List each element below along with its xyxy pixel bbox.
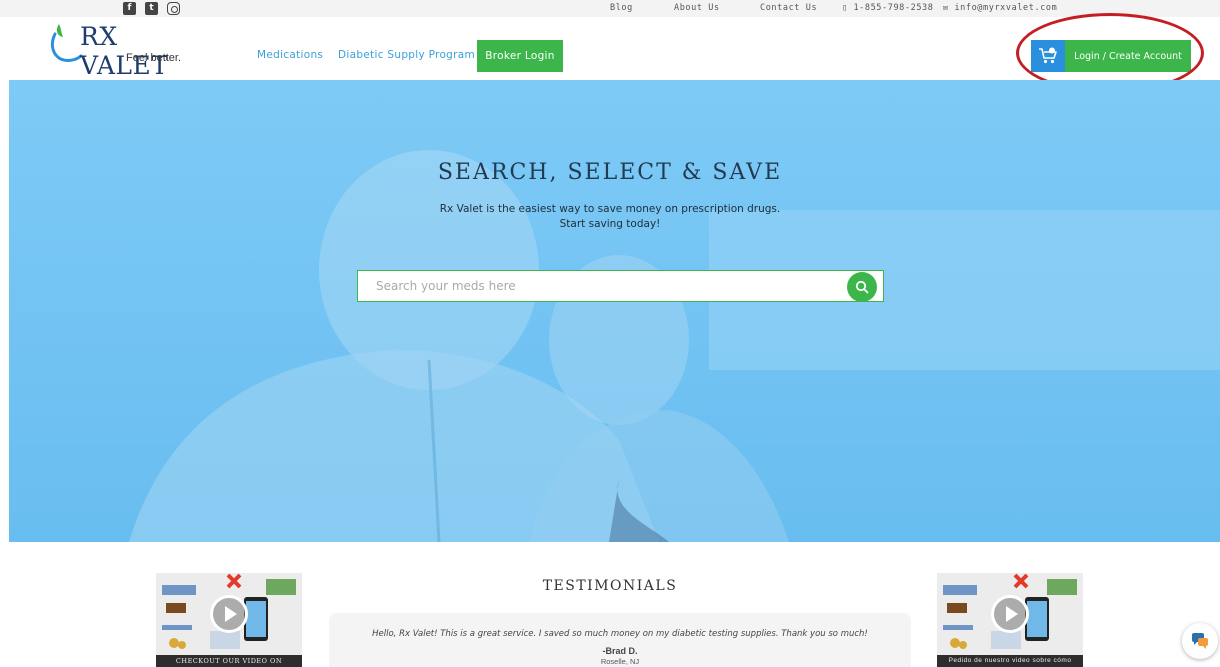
brand-tagline: Feel better. <box>126 52 182 64</box>
video-caption: Pedido de nuestro video sobre cómo <box>937 655 1083 667</box>
search-button[interactable] <box>847 272 877 302</box>
video-card-spanish[interactable]: Pedido de nuestro video sobre cómo <box>937 573 1083 667</box>
brand-name: RX VALET <box>80 22 169 80</box>
chat-button[interactable] <box>1182 623 1218 659</box>
video-caption: CHECKOUT OUR VIDEO ON <box>156 655 302 667</box>
login-create-account-button[interactable]: Login / Create Account <box>1031 40 1191 72</box>
login-label: Login / Create Account <box>1065 40 1191 72</box>
testimonial-location: Roselle, NJ <box>600 657 640 666</box>
hero-subtitle-line-2: Start saving today! <box>559 218 661 230</box>
play-icon <box>991 595 1029 633</box>
search-icon <box>855 280 869 294</box>
hero-subtitle: Rx Valet is the easiest way to save mone… <box>9 202 1220 232</box>
email-link[interactable]: ✉ info@myrxvalet.com <box>943 3 1057 13</box>
envelope-icon: ✉ <box>943 3 949 13</box>
phone-icon: ▯ <box>842 3 848 13</box>
about-link[interactable]: About Us <box>674 3 720 13</box>
nav-medications[interactable]: Medications <box>257 49 323 61</box>
broker-login-button[interactable]: Broker Login <box>477 40 563 72</box>
hero-background-image <box>9 80 1220 542</box>
phone-link[interactable]: ▯ 1-855-798-2538 <box>842 3 933 13</box>
hero-title: SEARCH, SELECT & SAVE <box>437 160 783 185</box>
contact-link[interactable]: Contact Us <box>760 3 817 13</box>
blog-link[interactable]: Blog <box>610 3 633 13</box>
search-bar <box>357 270 884 302</box>
testimonial-card: Hello, Rx Valet! This is a great service… <box>329 613 911 667</box>
testimonial-quote: Hello, Rx Valet! This is a great service… <box>372 629 868 639</box>
rx-valet-logo[interactable]: RX VALET Feel better. <box>45 22 205 80</box>
nav-diabetic-supply[interactable]: Diabetic Supply Program <box>338 49 475 61</box>
play-icon <box>210 595 248 633</box>
search-input[interactable] <box>358 271 848 301</box>
logo-mark-icon <box>50 24 83 62</box>
top-links: Blog About Us Contact Us ▯ 1-855-798-253… <box>0 3 1220 17</box>
hero-banner: SEARCH, SELECT & SAVE Rx Valet is the ea… <box>9 80 1220 542</box>
cart-icon <box>1031 40 1065 72</box>
chat-bubble-icon <box>1192 633 1208 649</box>
testimonial-author: -Brad D. <box>602 646 638 656</box>
hero-subtitle-line-1: Rx Valet is the easiest way to save mone… <box>439 203 781 215</box>
